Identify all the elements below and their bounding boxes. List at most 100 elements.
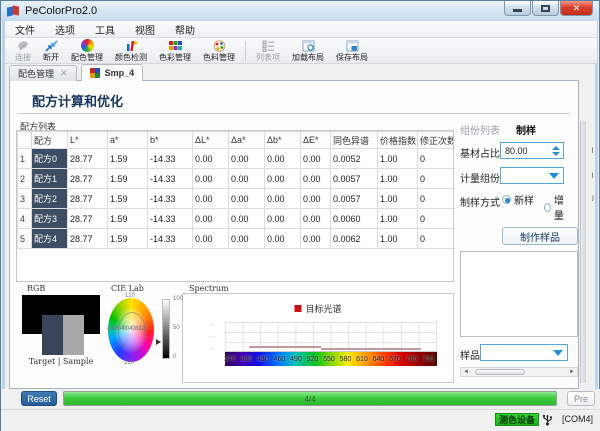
color-grid-icon [169, 39, 182, 52]
sample-label: 样品 [460, 347, 480, 362]
col-corrections[interactable]: 修正次数 [418, 132, 455, 149]
tab-smp4[interactable]: Smp_4 [81, 64, 144, 81]
table-row[interactable]: 3 配方2 28.77 1.59 -14.33 0.00 0.00 0.00 0… [18, 189, 455, 209]
color-match-manage-button[interactable]: 配色管理 [65, 39, 109, 63]
window-title: PeColorPro2.0 [25, 5, 97, 17]
spectrum-curve [321, 348, 421, 350]
panel-splitter[interactable] [580, 121, 586, 383]
horizontal-scrollbar[interactable]: ◄ ► [460, 367, 578, 377]
table-row[interactable]: 1 配方0 28.77 1.59 -14.33 0.00 0.00 0.00 0… [18, 149, 455, 169]
tab-color-match-manage[interactable]: 配色管理 ✕ [9, 65, 77, 81]
recipe-name-cell[interactable]: 配方4 [32, 229, 68, 249]
close-button[interactable]: ✕ [560, 1, 593, 16]
menu-file[interactable]: 文件 [5, 20, 45, 39]
spectrum-y-axis: ··· ··· ··· [209, 322, 223, 352]
color-detect-button[interactable]: 颜色检测 [109, 39, 153, 63]
list-item-button: 列表项 [250, 39, 286, 63]
scroll-left-icon[interactable]: ◄ [463, 369, 469, 375]
document-tab-bar: 配色管理 ✕ Smp_4 [5, 64, 597, 81]
menu-tools[interactable]: 工具 [85, 20, 125, 39]
menu-help[interactable]: 帮助 [165, 20, 205, 39]
scrollbar-thumb[interactable] [475, 369, 525, 375]
load-layout-button[interactable]: 加载布局 [286, 39, 330, 63]
color-wheel-icon [81, 39, 94, 52]
mode-label: 制样方式 [460, 194, 500, 209]
colorant-manage-button[interactable]: 色料管理 [197, 39, 241, 63]
page-title: 配方计算和优化 [32, 91, 123, 110]
menu-options[interactable]: 选项 [45, 20, 85, 39]
radio-icon [502, 195, 511, 204]
toolbar: 连接 断开 配色管理 颜色检测 色彩管理 [5, 38, 597, 64]
progress-text: 4/4 [64, 395, 556, 404]
col-price-index[interactable]: 价格指数 [378, 132, 418, 149]
recipe-name-cell[interactable]: 配方1 [32, 169, 68, 189]
recipe-name-cell[interactable]: 配方0 [32, 149, 68, 169]
clipped-content: 丨 [588, 170, 596, 178]
table-row[interactable]: 4 配方3 28.77 1.59 -14.33 0.00 0.00 0.00 0… [18, 209, 455, 229]
color-manage-button[interactable]: 色彩管理 [153, 39, 197, 63]
com-port-label: [COM4] [562, 414, 593, 424]
col-a[interactable]: a* [108, 132, 148, 149]
rgb-caption: Target | Sample [18, 357, 104, 366]
scroll-right-icon[interactable]: ► [569, 369, 575, 375]
maximize-button[interactable] [532, 1, 559, 16]
col-da[interactable]: Δa* [229, 132, 265, 149]
col-dL[interactable]: ΔL* [193, 132, 229, 149]
base-ratio-spinner[interactable] [550, 144, 561, 157]
app-window: PeColorPro2.0 ✕ 文件 选项 工具 视图 帮助 连接 断开 [0, 0, 600, 431]
rgb-panel-label: RGB [24, 284, 48, 293]
legend-marker-icon [294, 305, 301, 312]
pre-button[interactable]: Pre [567, 391, 595, 406]
toolbar-separator [245, 41, 246, 61]
table-row[interactable]: 2 配方1 28.77 1.59 -14.33 0.00 0.00 0.00 0… [18, 169, 455, 189]
recipe-name-cell[interactable]: 配方2 [32, 189, 68, 209]
spectrum-plot-area [225, 322, 437, 352]
col-dE[interactable]: ΔE* [301, 132, 331, 149]
make-sample-button[interactable]: 制作样品 [502, 227, 578, 245]
spectrum-curve [249, 346, 321, 348]
connect-button: 连接 [9, 39, 37, 63]
title-bar[interactable]: PeColorPro2.0 ✕ [1, 1, 599, 21]
tab-make-sample[interactable]: 制样 [516, 122, 536, 137]
reset-button[interactable]: Reset [21, 391, 57, 406]
status-bar: 测色设备 [COM4] [1, 409, 600, 431]
sample-tab-icon [90, 68, 101, 79]
spectrum-panel-label: Spectrum [186, 284, 232, 293]
menu-view[interactable]: 视图 [125, 20, 165, 39]
col-recipe[interactable]: 配方 [32, 132, 68, 149]
col-b[interactable]: b* [148, 132, 193, 149]
col-db[interactable]: Δb* [265, 132, 301, 149]
recipe-name-cell[interactable]: 配方3 [32, 209, 68, 229]
disconnect-button[interactable]: 断开 [37, 39, 65, 63]
load-layout-icon [302, 39, 315, 52]
chevron-down-icon [549, 173, 559, 179]
minimize-button[interactable] [504, 1, 531, 16]
recipe-table: 配方 L* a* b* ΔL* Δa* Δb* ΔE* 同色异谱 价格指数 修正… [16, 130, 454, 282]
tab-close-icon[interactable]: ✕ [60, 68, 68, 79]
clipped-content: 丿 [588, 193, 596, 201]
tab-component-list[interactable]: 组份列表 [460, 122, 500, 137]
save-layout-button[interactable]: 保存布局 [330, 39, 374, 63]
target-color-swatch [42, 315, 63, 355]
col-metamerism[interactable]: 同色异谱 [331, 132, 378, 149]
sample-color-swatch [63, 315, 84, 355]
radio-new-sample[interactable]: 新样 [502, 192, 534, 207]
title-divider [18, 113, 570, 114]
table-row[interactable]: 5 配方4 28.77 1.59 -14.33 0.00 0.00 0.00 0… [18, 229, 455, 249]
component-listbox[interactable] [460, 251, 578, 337]
radio-icon [544, 203, 551, 212]
content-card: 配方计算和优化 配方列表 配方 L* a* b* ΔL* Δa* [9, 80, 579, 389]
spectrum-legend: 目标光谱 [294, 302, 341, 315]
component-dropdown[interactable] [500, 167, 564, 184]
lightness-marker [156, 339, 161, 345]
radio-increment[interactable]: 增量 [544, 192, 568, 222]
table-header-row: 配方 L* a* b* ΔL* Δa* Δb* ΔE* 同色异谱 价格指数 修正… [18, 132, 455, 149]
col-L[interactable]: L* [68, 132, 108, 149]
sample-dropdown[interactable] [480, 344, 568, 361]
spectrum-x-axis: 370400430460490520550580610640670700730 [225, 352, 437, 366]
progress-bar: 4/4 [63, 391, 557, 406]
cielab-panel-label: CIE Lab [108, 284, 147, 293]
list-icon [262, 39, 275, 52]
base-ratio-input[interactable]: 80.00 [500, 142, 564, 159]
chevron-down-icon [553, 350, 563, 356]
